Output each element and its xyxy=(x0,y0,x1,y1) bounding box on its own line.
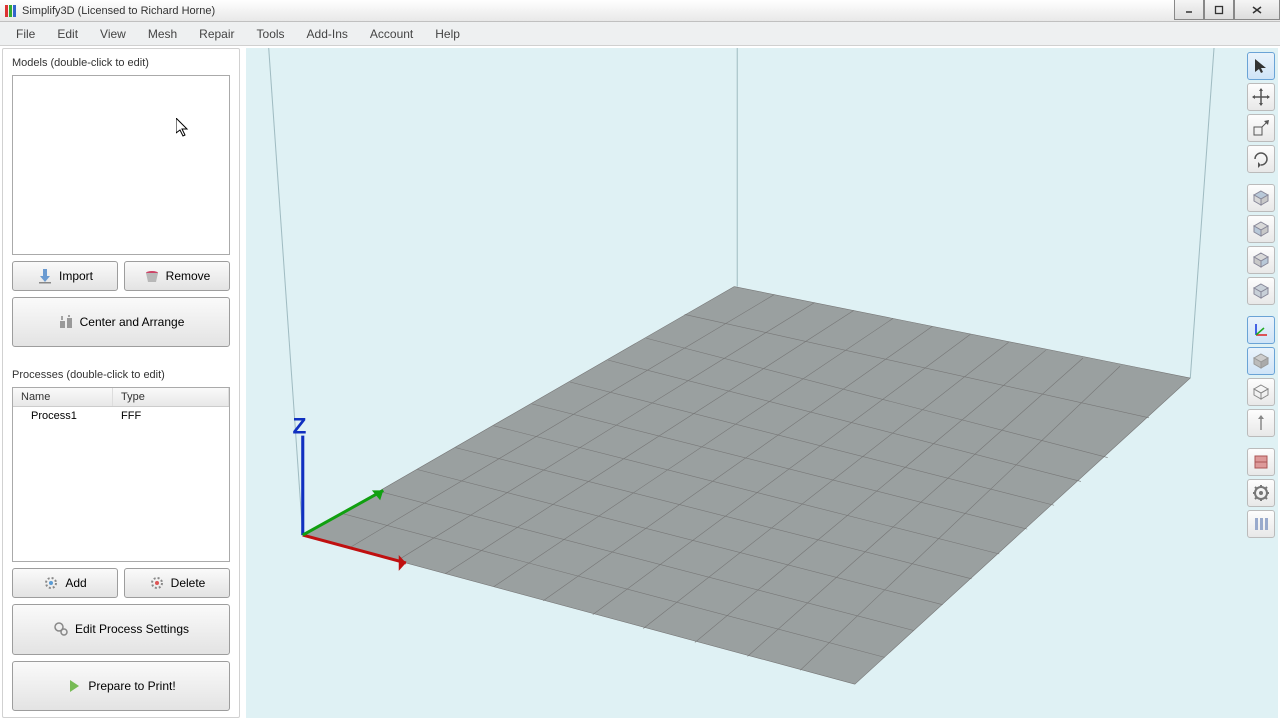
close-button[interactable] xyxy=(1234,0,1280,20)
settings-icon xyxy=(53,621,69,637)
menu-file[interactable]: File xyxy=(6,25,45,43)
edit-process-settings-button[interactable]: Edit Process Settings xyxy=(12,604,230,654)
col-type-header[interactable]: Type xyxy=(113,388,229,406)
processes-header: Name Type xyxy=(13,388,229,407)
remove-button[interactable]: Remove xyxy=(124,261,230,291)
processes-section-label: Processes (double-click to edit) xyxy=(12,369,230,381)
edit-settings-label: Edit Process Settings xyxy=(75,622,189,636)
center-arrange-icon xyxy=(58,314,74,330)
tool-solid-view[interactable] xyxy=(1247,347,1275,375)
minimize-button[interactable] xyxy=(1174,0,1204,20)
view-iso[interactable] xyxy=(1247,277,1275,305)
tool-cross-section[interactable] xyxy=(1247,448,1275,476)
tool-move[interactable] xyxy=(1247,83,1275,111)
title-bar: Simplify3D (Licensed to Richard Horne) xyxy=(0,0,1280,22)
tool-scale[interactable] xyxy=(1247,114,1275,142)
import-icon xyxy=(37,268,53,284)
tool-machine-control[interactable] xyxy=(1247,510,1275,538)
processes-list[interactable]: Name Type Process1 FFF xyxy=(12,387,230,562)
add-label: Add xyxy=(65,576,86,590)
tool-normals[interactable] xyxy=(1247,409,1275,437)
menu-bar: File Edit View Mesh Repair Tools Add-Ins… xyxy=(0,22,1280,46)
center-arrange-label: Center and Arrange xyxy=(80,315,185,329)
left-sidebar: Models (double-click to edit) Import Rem… xyxy=(2,48,240,718)
tool-rotate[interactable] xyxy=(1247,145,1275,173)
col-name-header[interactable]: Name xyxy=(13,388,113,406)
remove-label: Remove xyxy=(166,269,211,283)
app-icon xyxy=(4,4,18,18)
view-top[interactable] xyxy=(1247,184,1275,212)
menu-repair[interactable]: Repair xyxy=(189,25,244,43)
delete-icon xyxy=(149,575,165,591)
delete-label: Delete xyxy=(171,576,206,590)
tool-wireframe[interactable] xyxy=(1247,378,1275,406)
tool-select[interactable] xyxy=(1247,52,1275,80)
import-button[interactable]: Import xyxy=(12,261,118,291)
maximize-button[interactable] xyxy=(1204,0,1234,20)
models-section-label: Models (double-click to edit) xyxy=(12,57,230,69)
import-label: Import xyxy=(59,269,93,283)
menu-help[interactable]: Help xyxy=(425,25,470,43)
menu-tools[interactable]: Tools xyxy=(247,25,295,43)
tool-settings[interactable] xyxy=(1247,479,1275,507)
view-side[interactable] xyxy=(1247,246,1275,274)
menu-account[interactable]: Account xyxy=(360,25,423,43)
prepare-label: Prepare to Print! xyxy=(88,679,175,693)
center-arrange-button[interactable]: Center and Arrange xyxy=(12,297,230,347)
view-front[interactable] xyxy=(1247,215,1275,243)
3d-viewport[interactable]: Z xyxy=(246,48,1278,718)
process-type: FFF xyxy=(113,409,229,423)
delete-process-button[interactable]: Delete xyxy=(124,568,230,598)
tool-coord-system[interactable] xyxy=(1247,316,1275,344)
add-process-button[interactable]: Add xyxy=(12,568,118,598)
prepare-to-print-button[interactable]: Prepare to Print! xyxy=(12,661,230,711)
window-title: Simplify3D (Licensed to Richard Horne) xyxy=(22,5,215,17)
view-toolbar xyxy=(1247,52,1277,538)
remove-icon xyxy=(144,268,160,284)
models-list[interactable] xyxy=(12,75,230,255)
add-icon xyxy=(43,575,59,591)
menu-view[interactable]: View xyxy=(90,25,136,43)
menu-mesh[interactable]: Mesh xyxy=(138,25,187,43)
process-name: Process1 xyxy=(13,409,113,423)
prepare-icon xyxy=(66,678,82,694)
process-row[interactable]: Process1 FFF xyxy=(13,407,229,425)
z-axis-label: Z xyxy=(292,414,306,439)
menu-edit[interactable]: Edit xyxy=(47,25,88,43)
menu-addins[interactable]: Add-Ins xyxy=(297,25,358,43)
